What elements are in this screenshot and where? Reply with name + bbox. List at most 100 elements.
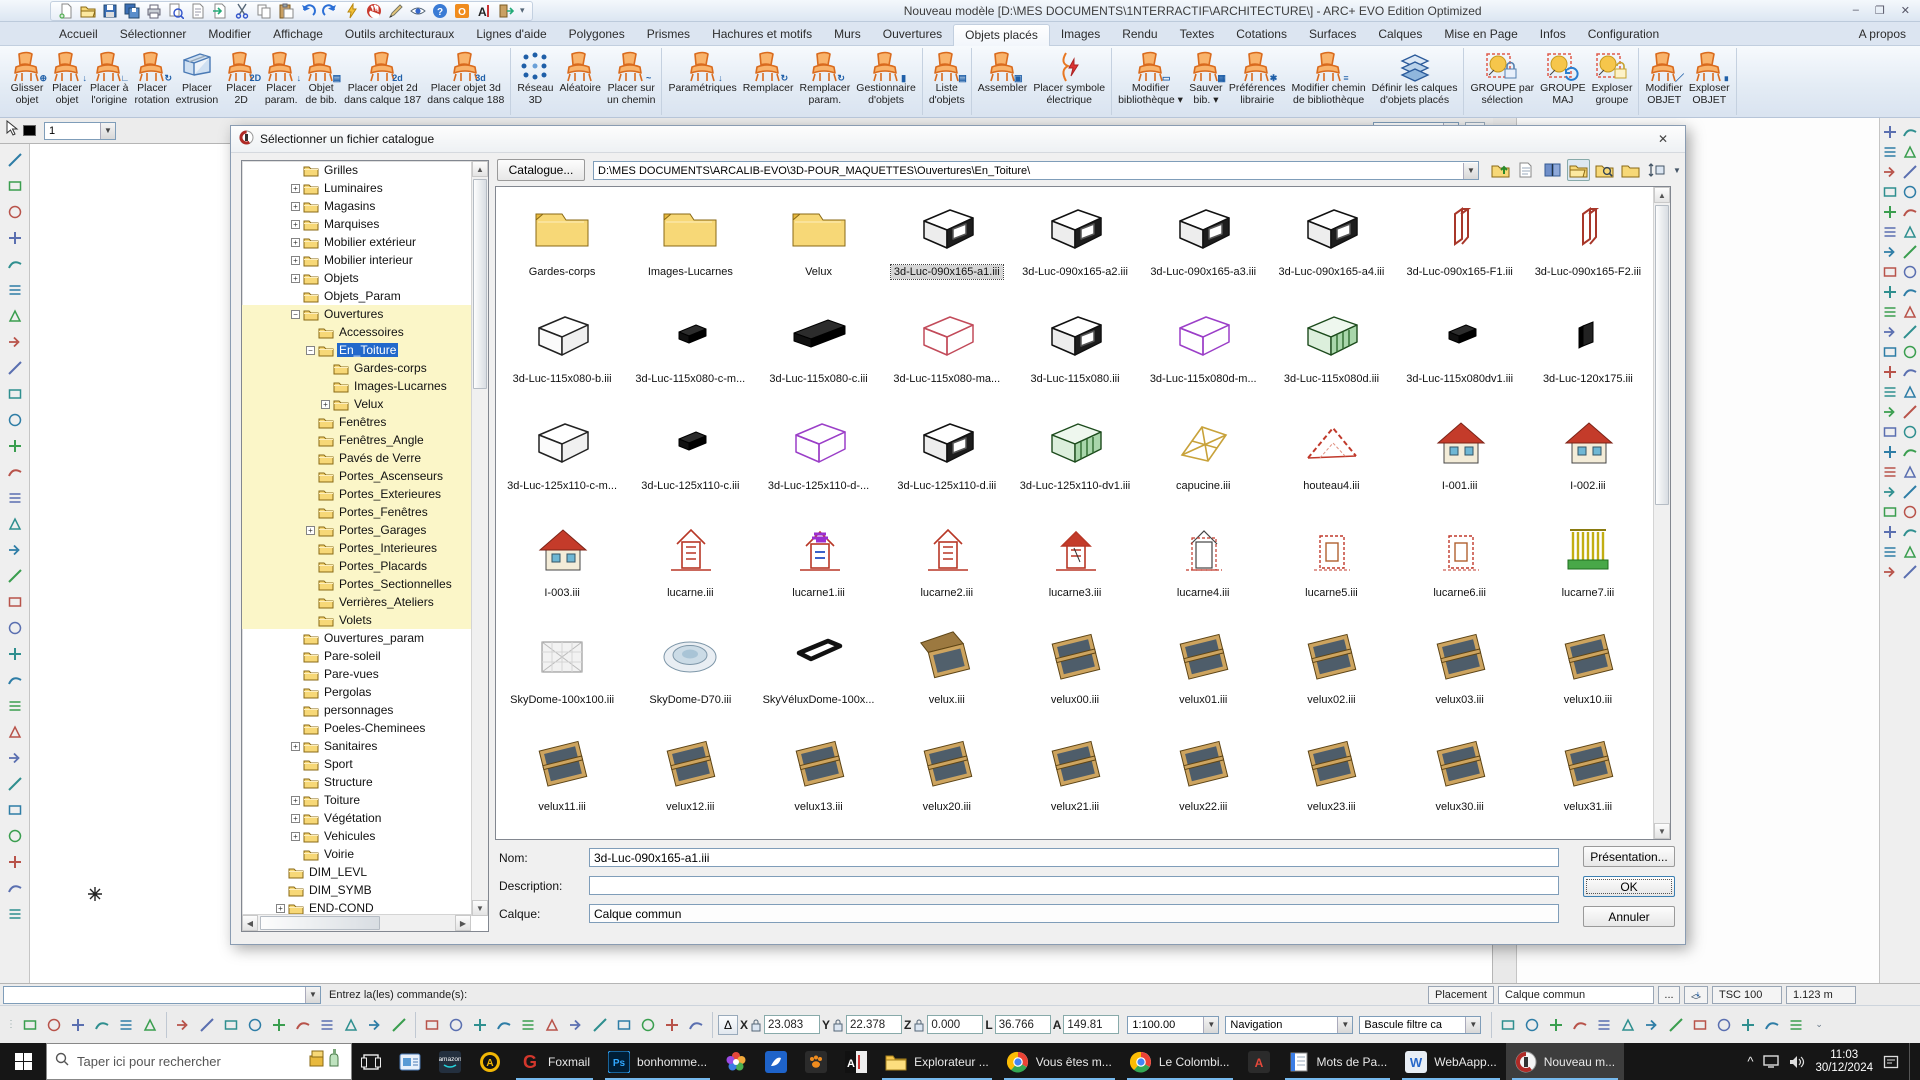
right-tool-icon-46[interactable] <box>1901 562 1920 581</box>
right-tool-icon-1[interactable] <box>1881 122 1900 141</box>
ribbon-r-seau-3d-button[interactable]: Réseau3D <box>514 49 556 107</box>
right-tool-icon-45[interactable] <box>1881 562 1900 581</box>
ribbon-remplacer-param-button[interactable]: ↻Remplacerparam. <box>797 49 854 107</box>
file-item-velux13-iii[interactable]: velux13.iii <box>754 726 882 833</box>
tree-item-pav-s-de-verre[interactable]: Pavés de Verre <box>242 449 472 467</box>
status-tool-icon-13[interactable] <box>316 1014 338 1036</box>
tree-item-portes-ascenseurs[interactable]: Portes_Ascenseurs <box>242 467 472 485</box>
taskbar-app-mail-card[interactable] <box>390 1043 430 1080</box>
left-tool-icon-10[interactable] <box>3 382 27 406</box>
tab-accueil[interactable]: Accueil <box>48 23 109 45</box>
save-all-icon[interactable] <box>121 2 142 20</box>
scroll-down-icon[interactable]: ▼ <box>1654 823 1670 839</box>
ribbon-placer-2d-button[interactable]: 2DPlacer2D <box>221 49 261 107</box>
right-tool-icon-34[interactable] <box>1901 442 1920 461</box>
tab-a-propos[interactable]: A propos <box>1859 27 1920 41</box>
right-tool-icon-31[interactable] <box>1881 422 1900 441</box>
tree-item-ouvertures-param[interactable]: Ouvertures_param <box>242 629 472 647</box>
right-tool-icon-17[interactable] <box>1881 282 1900 301</box>
right-tool-icon-32[interactable] <box>1901 422 1920 441</box>
status-tool-icon-16[interactable] <box>388 1014 410 1036</box>
tab-murs[interactable]: Murs <box>823 23 872 45</box>
ribbon-modifier-objet-button[interactable]: ／ModifierOBJET <box>1642 49 1685 107</box>
tree-horizontal-scrollbar[interactable]: ◀ ▶ <box>242 914 471 931</box>
right-tool-icon-15[interactable] <box>1881 262 1900 281</box>
file-item-3d-luc-115x080-c-iii[interactable]: 3d-Luc-115x080-c.iii <box>754 298 882 405</box>
left-tool-icon-17[interactable] <box>3 564 27 588</box>
file-item-3d-luc-115x080d-m[interactable]: 3d-Luc-115x080d-m... <box>1139 298 1267 405</box>
file-item-velux20-iii[interactable]: velux20.iii <box>883 726 1011 833</box>
file-item-skydome-d70-iii[interactable]: SkyDome-D70.iii <box>626 619 754 726</box>
left-tool-icon-26[interactable] <box>3 798 27 822</box>
file-item-i-003-iii[interactable]: I-003.iii <box>498 512 626 619</box>
right-tool-icon-16[interactable] <box>1901 262 1920 281</box>
catalog-path-combo[interactable]: D:\MES DOCUMENTS\ARCALIB-EVO\3D-POUR_MAQ… <box>593 161 1479 180</box>
status-tool-icon-15[interactable] <box>364 1014 386 1036</box>
file-item-skydome-100x100-iii[interactable]: SkyDome-100x100.iii <box>498 619 626 726</box>
tree-item-volets[interactable]: Volets <box>242 611 472 629</box>
taskbar-app-nouveau-m[interactable]: Nouveau m... <box>1506 1043 1624 1080</box>
expand-icon[interactable]: + <box>291 220 300 229</box>
expand-icon[interactable]: + <box>291 742 300 751</box>
file-item-velux12-iii[interactable]: velux12.iii <box>626 726 754 833</box>
tree-item-v-g-tation[interactable]: +Végétation <box>242 809 472 827</box>
right-tool-icon-42[interactable] <box>1901 522 1920 541</box>
tree-item-vehicules[interactable]: +Vehicules <box>242 827 472 845</box>
stop-icon[interactable] <box>363 2 384 20</box>
file-item-3d-luc-125x110-c-iii[interactable]: 3d-Luc-125x110-c.iii <box>626 405 754 512</box>
redo-icon[interactable] <box>319 2 340 20</box>
status-tool-icon-20[interactable] <box>493 1014 515 1036</box>
status-tool-icon-5[interactable] <box>115 1014 137 1036</box>
taskbar-app-arc-tool[interactable]: A <box>836 1043 876 1080</box>
ribbon-placer-l-origine-button[interactable]: ∟Placer àl'origine <box>87 49 132 107</box>
display-icon[interactable] <box>1763 1055 1779 1068</box>
right-tool-icon-24[interactable] <box>1901 342 1920 361</box>
taskbar-app-antivirus-a[interactable]: A <box>470 1043 510 1080</box>
tab-hachures-et-motifs[interactable]: Hachures et motifs <box>701 23 823 45</box>
file-item-3d-luc-115x080-b-iii[interactable]: 3d-Luc-115x080-b.iii <box>498 298 626 405</box>
file-item-3d-luc-115x080-iii[interactable]: 3d-Luc-115x080.iii <box>1011 298 1139 405</box>
tree-item-objets[interactable]: +Objets <box>242 269 472 287</box>
file-item-gardes-corps[interactable]: Gardes-corps <box>498 191 626 298</box>
folder-up-icon[interactable] <box>1489 159 1512 181</box>
tray-chevron-icon[interactable]: ^ <box>1747 1054 1753 1069</box>
left-tool-icon-19[interactable] <box>3 616 27 640</box>
status-tool-icon-7[interactable] <box>172 1014 194 1036</box>
ribbon-placer-extrusion-button[interactable]: Placerextrusion <box>173 49 222 107</box>
mode-combo[interactable]: Navigation▼ <box>1225 1016 1353 1034</box>
left-tool-icon-12[interactable] <box>3 434 27 458</box>
file-item-velux31-iii[interactable]: velux31.iii <box>1524 726 1652 833</box>
scrollbar-thumb[interactable] <box>1655 205 1669 505</box>
status-right-icon-13[interactable] <box>1785 1014 1807 1036</box>
tab-cotations[interactable]: Cotations <box>1225 23 1298 45</box>
calque-input[interactable] <box>589 904 1559 923</box>
ribbon-param-triques-button[interactable]: ↓Paramétriques <box>665 49 739 107</box>
right-tool-icon-25[interactable] <box>1881 362 1900 381</box>
tree-item-fen-tres-angle[interactable]: Fenêtres_Angle <box>242 431 472 449</box>
left-tool-icon-6[interactable] <box>3 278 27 302</box>
taskbar-app-task-view[interactable] <box>352 1043 390 1080</box>
right-tool-icon-27[interactable] <box>1881 382 1900 401</box>
taskbar-clock[interactable]: 11:03 30/12/2024 <box>1815 1049 1873 1075</box>
print-icon[interactable] <box>143 2 164 20</box>
taskbar-app-explorateur[interactable]: Explorateur ... <box>876 1043 998 1080</box>
ribbon-remplacer-button[interactable]: ↻Remplacer <box>740 49 797 107</box>
file-item-3d-luc-125x110-dv1-iii[interactable]: 3d-Luc-125x110-dv1.iii <box>1011 405 1139 512</box>
left-tool-icon-20[interactable] <box>3 642 27 666</box>
right-tool-icon-14[interactable] <box>1901 242 1920 261</box>
scrollbar-thumb[interactable] <box>473 179 487 389</box>
show-desktop-button[interactable] <box>1909 1043 1914 1080</box>
right-tool-icon-2[interactable] <box>1901 122 1920 141</box>
right-tool-icon-40[interactable] <box>1901 502 1920 521</box>
status-right-icon-11[interactable] <box>1737 1014 1759 1036</box>
ribbon-placer-objet-3d-dans-calque-188-button[interactable]: 3dPlacer objet 3ddans calque 188 <box>424 49 507 107</box>
left-tool-icon-25[interactable] <box>3 772 27 796</box>
file-item-lucarne7-iii[interactable]: lucarne7.iii <box>1524 512 1652 619</box>
scroll-down-icon[interactable]: ▼ <box>472 900 488 916</box>
right-tool-icon-19[interactable] <box>1881 302 1900 321</box>
taskbar-app-le-colombi[interactable]: Le Colombi... <box>1121 1043 1239 1080</box>
file-item-velux[interactable]: Velux <box>754 191 882 298</box>
scroll-left-icon[interactable]: ◀ <box>242 915 258 931</box>
tree-vertical-scrollbar[interactable]: ▲ ▼ <box>471 161 488 916</box>
ribbon-placer-sur-un-chemin-button[interactable]: ~Placer surun chemin <box>604 49 658 107</box>
